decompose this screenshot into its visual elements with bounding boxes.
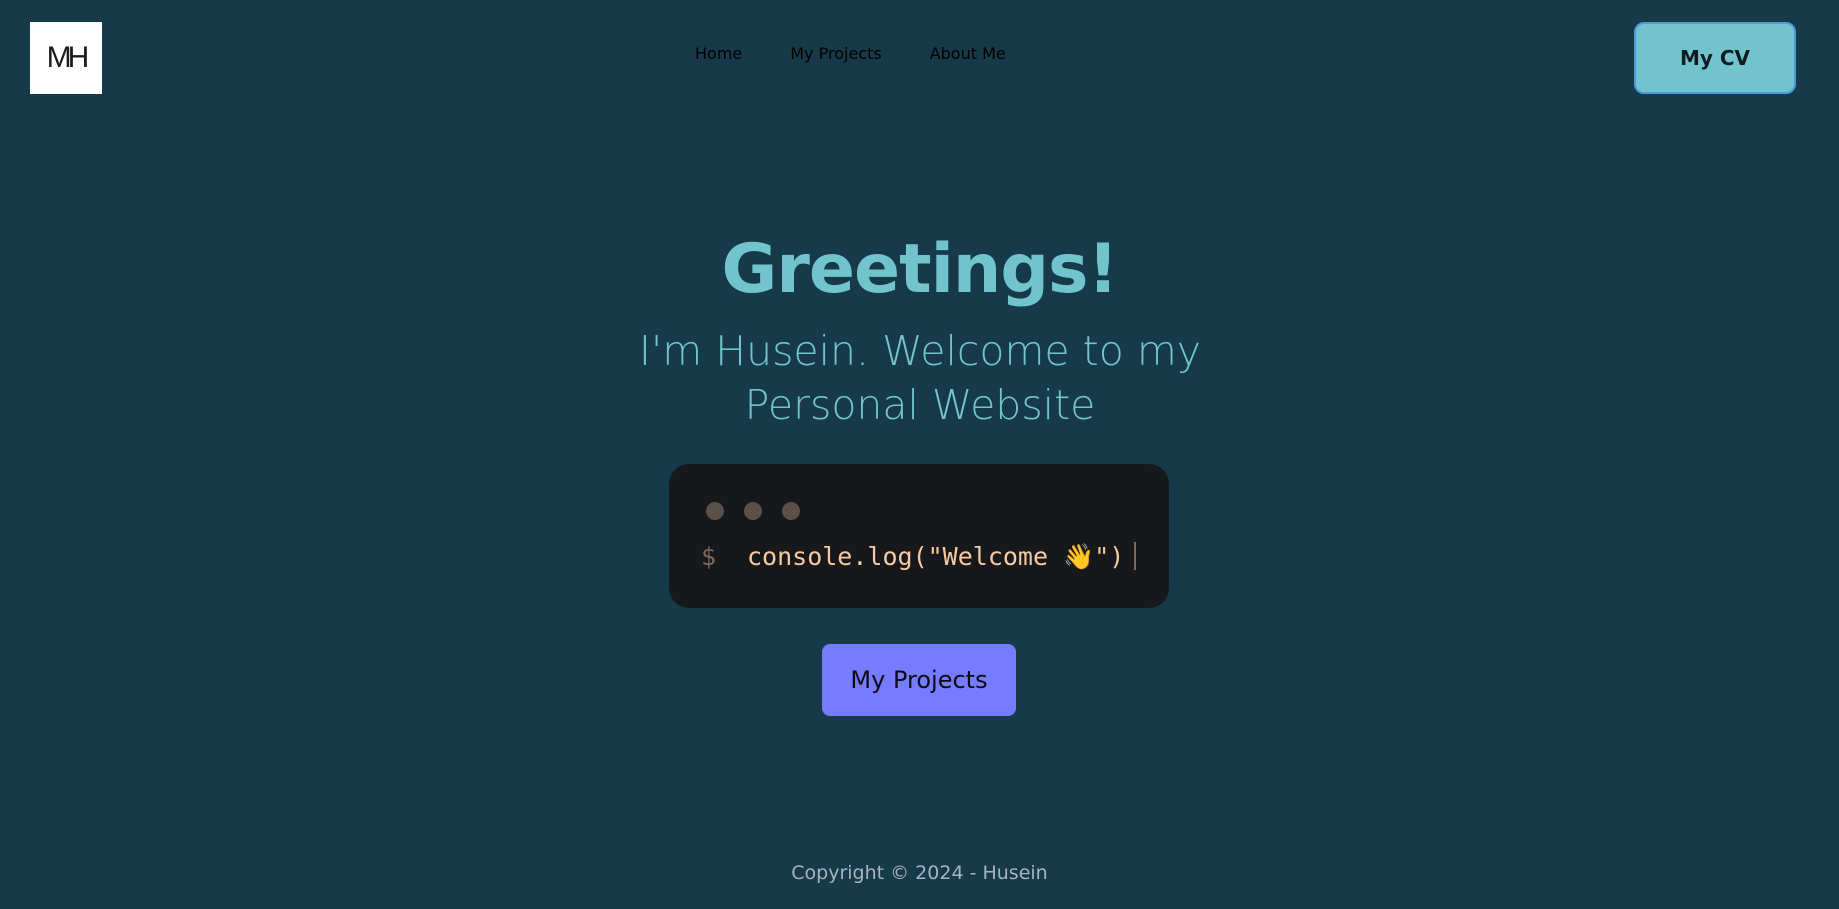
nav-link-about-me[interactable]: About Me <box>930 44 1006 63</box>
terminal-window: $ console.log("Welcome 👋") <box>669 464 1169 608</box>
my-projects-button[interactable]: My Projects <box>822 644 1016 716</box>
window-dot-icon <box>744 502 762 520</box>
nav-link-my-projects[interactable]: My Projects <box>790 44 881 63</box>
nav-link-home[interactable]: Home <box>695 44 742 63</box>
main-nav: Home My Projects About Me <box>695 44 1006 63</box>
hero-subtitle: I'm Husein. Welcome to my Personal Websi… <box>638 327 1202 429</box>
text-cursor <box>1134 542 1137 570</box>
footer-copyright: Copyright © 2024 - Husein <box>791 862 1048 884</box>
terminal-code-text: console.log("Welcome 👋") <box>747 542 1125 571</box>
window-dot-icon <box>782 502 800 520</box>
terminal-code-line: console.log("Welcome 👋") <box>747 542 1137 572</box>
my-cv-button[interactable]: My CV <box>1634 22 1796 94</box>
hero-title: Greetings! <box>721 230 1119 309</box>
logo-text: MH <box>46 41 90 74</box>
site-logo[interactable]: MH <box>30 22 102 94</box>
terminal-prompt: $ <box>701 542 717 571</box>
window-dot-icon <box>706 502 724 520</box>
